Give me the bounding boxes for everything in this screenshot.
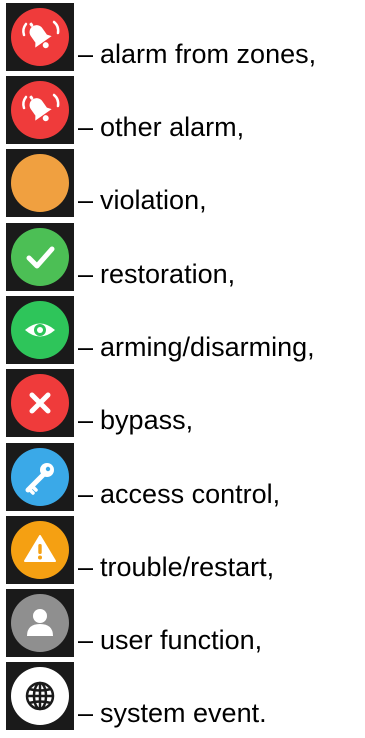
- legend-row-alarm-from-zones: – alarm from zones,: [6, 3, 365, 71]
- legend-label-system-event: system event.: [100, 698, 267, 728]
- legend-label-arming-disarming: arming/disarming,: [100, 332, 315, 362]
- legend-label-other-alarm: other alarm,: [100, 112, 245, 142]
- globe-icon: [6, 662, 74, 730]
- legend-label-access-control: access control,: [100, 479, 281, 509]
- legend-dash: –: [78, 552, 94, 582]
- check-icon: [6, 223, 74, 291]
- legend-dash: –: [78, 479, 94, 509]
- legend-label-alarm-from-zones: alarm from zones,: [100, 39, 317, 69]
- legend-row-other-alarm: – other alarm,: [6, 76, 365, 144]
- legend-row-access-control: – access control,: [6, 443, 365, 511]
- alarm-bell-icon: [6, 76, 74, 144]
- legend-row-system-event: – system event.: [6, 662, 365, 730]
- warning-icon: [6, 516, 74, 584]
- legend-dash: –: [78, 405, 94, 435]
- legend-dash: –: [78, 332, 94, 362]
- legend-label-user-function: user function,: [100, 625, 263, 655]
- legend-row-trouble-restart: – trouble/restart,: [6, 516, 365, 584]
- legend-label-restoration: restoration,: [100, 259, 236, 289]
- legend-dash: –: [78, 259, 94, 289]
- legend-dash: –: [78, 112, 94, 142]
- legend-dash: –: [78, 39, 94, 69]
- legend-row-user-function: – user function,: [6, 589, 365, 657]
- legend-label-bypass: bypass,: [100, 405, 194, 435]
- legend-dash: –: [78, 698, 94, 728]
- orange-circle-icon: [6, 149, 74, 217]
- legend-row-arming-disarming: – arming/disarming,: [6, 296, 365, 364]
- legend-row-bypass: – bypass,: [6, 369, 365, 437]
- legend-dash: –: [78, 185, 94, 215]
- close-icon: [6, 369, 74, 437]
- user-icon: [6, 589, 74, 657]
- event-icon-legend: – alarm from zones, – other alarm, – vio…: [0, 0, 365, 738]
- key-icon: [6, 443, 74, 511]
- legend-label-trouble-restart: trouble/restart,: [100, 552, 275, 582]
- legend-label-violation: violation,: [100, 185, 207, 215]
- eye-icon: [6, 296, 74, 364]
- legend-row-violation: – violation,: [6, 149, 365, 217]
- legend-dash: –: [78, 625, 94, 655]
- alarm-bell-icon: [6, 3, 74, 71]
- legend-row-restoration: – restoration,: [6, 223, 365, 291]
